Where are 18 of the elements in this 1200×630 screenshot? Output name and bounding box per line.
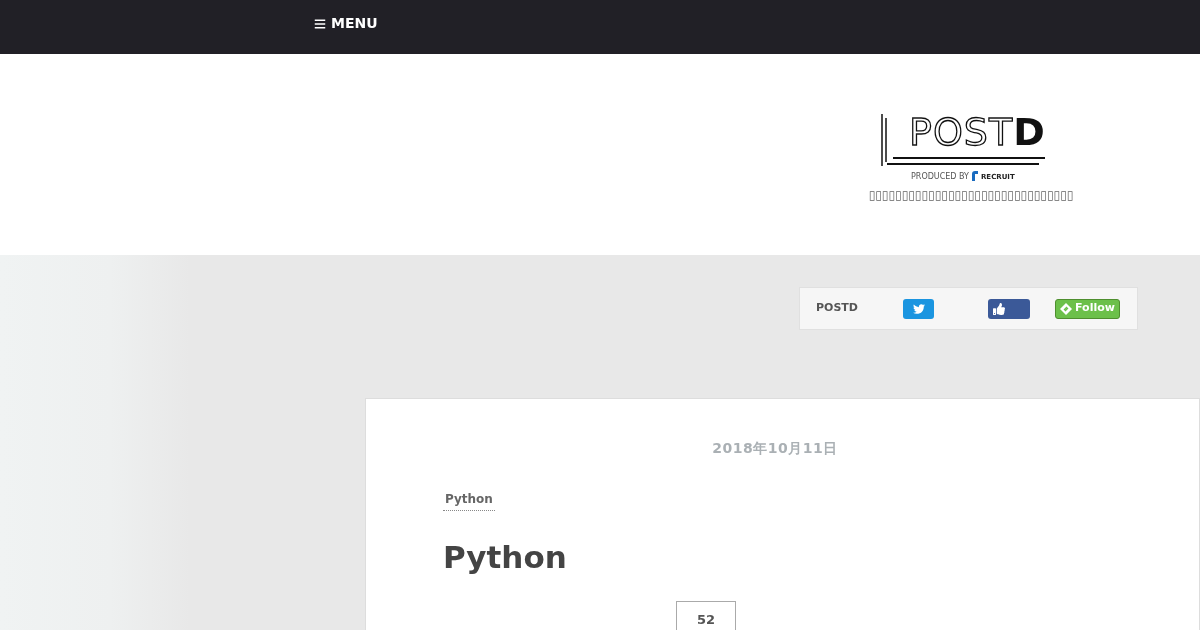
article-date: 2018年10月11日 (712, 439, 838, 458)
feed-icon (1060, 302, 1072, 315)
thumbs-up-icon (993, 302, 1005, 315)
bookmark-count[interactable]: 52 (676, 601, 736, 630)
logo-wordmark: D (1013, 110, 1045, 154)
logo-wordmark: POST (909, 110, 1014, 154)
bird-icon (912, 302, 925, 315)
site-name: POSTD (816, 300, 859, 317)
logo-lines-icon (881, 114, 1047, 166)
recruit-mark-icon (972, 171, 978, 181)
menu-icon (314, 17, 326, 30)
tag-link[interactable]: Python (443, 490, 495, 511)
menu-button[interactable]: MENU (314, 13, 378, 34)
produced-by-text: PRODUCED BY (911, 172, 969, 181)
article-title: Python (443, 538, 568, 577)
twitter-button[interactable] (903, 298, 934, 319)
like-button[interactable] (988, 298, 1030, 319)
site-tagline: ▯▯▯▯▯▯▯▯▯▯▯▯▯▯▯▯▯▯▯▯▯▯▯▯▯▯▯▯▯▯▯ (868, 187, 1074, 204)
